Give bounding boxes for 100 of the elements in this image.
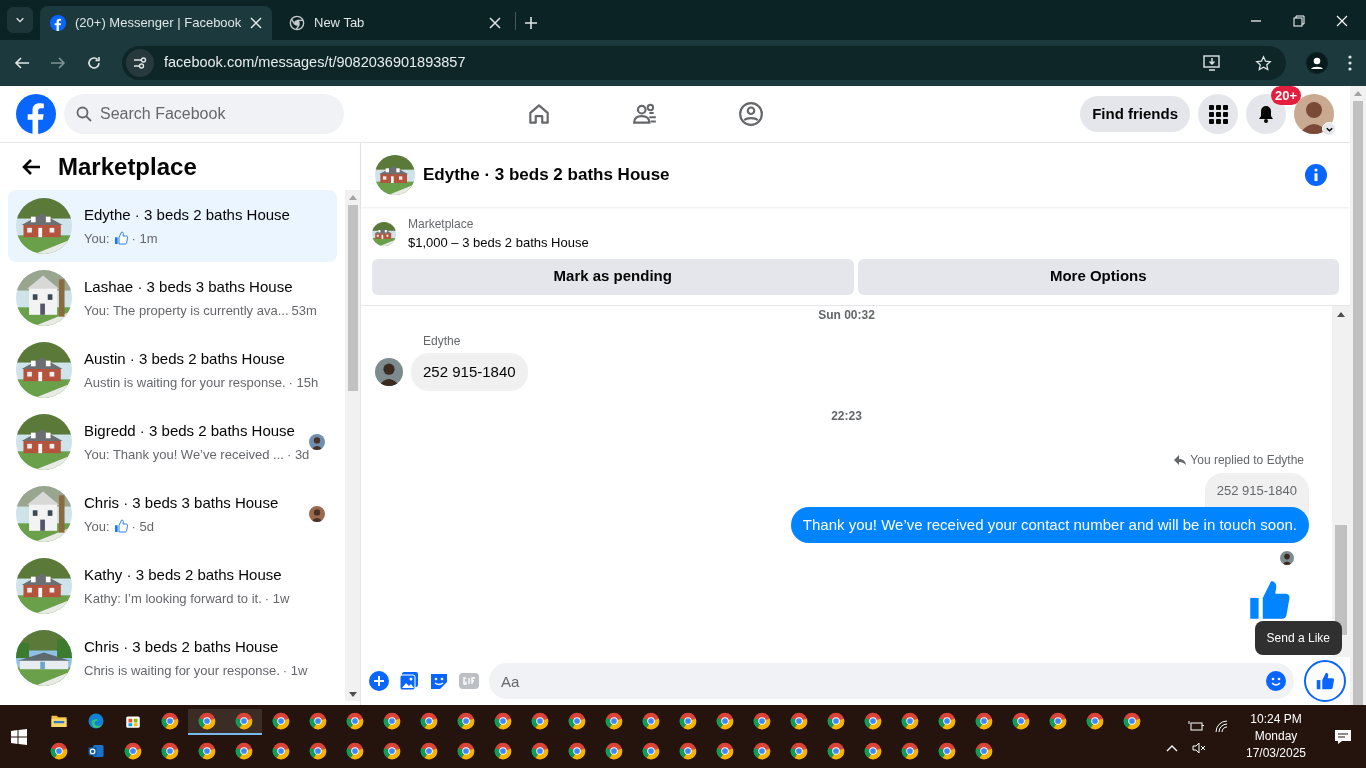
message-time: · 5d <box>131 517 154 536</box>
conversation-title: Kathy · 3 beds 2 baths House <box>84 565 283 585</box>
friends-icon[interactable] <box>632 101 658 127</box>
message-preview: You: <box>84 517 110 536</box>
menu-button[interactable] <box>1198 94 1238 134</box>
conversation-item[interactable]: Austin · 3 beds 2 baths House Austin is waiting for your response. · 15h <box>8 334 337 406</box>
sidebar-title: Marketplace <box>58 151 197 182</box>
find-friends-button[interactable]: Find friends <box>1080 96 1190 132</box>
sticker-icon[interactable] <box>429 671 449 691</box>
facebook-icon <box>50 15 66 31</box>
message-time: · 1w <box>264 589 290 608</box>
chrome-icon <box>900 711 919 730</box>
conversation-item[interactable]: Chris · 3 beds 2 baths House Chris is waiting for your response. · 1w <box>8 622 337 694</box>
close-icon[interactable] <box>489 17 501 29</box>
close-icon[interactable] <box>250 17 263 29</box>
speaker-muted-icon[interactable] <box>1192 740 1206 755</box>
conversation-item[interactable]: Lashae · 3 beds 3 baths House You: The property is currently ava... 53m <box>8 262 337 334</box>
reply-label: You replied to Edythe <box>1190 452 1304 469</box>
conversation-item[interactable]: Bigredd · 3 beds 2 baths House You: Thank you! We’ve received ... · 3d <box>8 406 337 478</box>
back-icon[interactable] <box>14 55 30 71</box>
image-icon[interactable] <box>399 671 419 691</box>
chrome-icon <box>345 741 364 760</box>
chrome-icon <box>1048 711 1067 730</box>
chrome-icon <box>308 741 327 760</box>
edge-icon <box>86 711 105 730</box>
message-field[interactable]: Aa <box>489 663 1294 699</box>
chevron-up-icon[interactable] <box>1166 743 1178 752</box>
chrome-icon <box>715 711 734 730</box>
chrome-icon <box>752 711 771 730</box>
browser-tab[interactable]: (20+) Messenger | Facebook <box>40 6 272 40</box>
chrome-icon <box>289 15 305 31</box>
reload-icon[interactable] <box>86 55 102 71</box>
clock-text: 10:24 PM <box>1250 711 1302 728</box>
chrome-icon <box>567 711 586 730</box>
conversation-item[interactable]: Kathy · 3 beds 2 baths House Kathy: I’m looking forward to it. · 1w <box>8 550 337 622</box>
chrome-icon <box>160 711 179 730</box>
message-preview: Chris is waiting for your response. <box>84 661 280 680</box>
taskbar-button[interactable] <box>188 708 225 735</box>
chrome-icon <box>530 711 549 730</box>
home-icon[interactable] <box>526 101 552 127</box>
chrome-icon <box>271 741 290 760</box>
chrome-icon <box>456 741 475 760</box>
new-tab-icon[interactable] <box>524 16 538 30</box>
clock[interactable]: 10:24 PM Monday 17/03/2025 <box>1238 711 1314 762</box>
url-text: facebook.com/messages/t/9082036901893857 <box>164 53 467 73</box>
address-bar[interactable]: facebook.com/messages/t/9082036901893857 <box>122 46 1286 80</box>
chrome-icon <box>197 711 216 730</box>
action-button[interactable]: Mark as pending <box>372 258 854 295</box>
chrome-icon <box>641 741 660 760</box>
chrome-icon <box>900 741 919 760</box>
menu-icon[interactable] <box>1348 55 1352 71</box>
windows-icon[interactable] <box>11 728 27 745</box>
taskbar-button[interactable] <box>225 708 262 735</box>
back-arrow-icon[interactable] <box>22 156 42 177</box>
sidebar-scrollbar[interactable] <box>345 190 360 701</box>
message-time: · 1m <box>131 229 158 248</box>
clock-text: Monday <box>1254 728 1298 745</box>
chrome-icon <box>752 741 771 760</box>
facebook-logo[interactable] <box>16 94 56 134</box>
message-time: · 1w <box>282 661 308 680</box>
restore-icon[interactable] <box>1293 15 1305 27</box>
tab-title: New Tab <box>314 14 366 33</box>
notifications-icon[interactable] <box>1334 727 1352 746</box>
like-button[interactable] <box>1304 660 1346 702</box>
search-icon <box>76 106 92 122</box>
browser-tab[interactable]: New Tab <box>279 6 511 40</box>
emoji-icon[interactable] <box>1266 671 1286 691</box>
chrome-icon <box>419 711 438 730</box>
chrome-icon <box>493 711 512 730</box>
message-time: · 3d <box>286 445 310 464</box>
chat-title: Edythe · 3 beds 2 baths House <box>423 164 671 187</box>
conversation-item[interactable]: Chris · 3 beds 3 baths House You: · 5d <box>8 478 337 550</box>
chrome-icon <box>604 741 623 760</box>
page-scrollbar[interactable] <box>1350 86 1366 705</box>
chrome-icon <box>49 741 68 760</box>
chrome-icon <box>641 711 660 730</box>
install-app-icon[interactable] <box>1203 54 1221 72</box>
tab-title: (20+) Messenger | Facebook <box>75 14 242 33</box>
listing-title: $1,000 – 3 beds 2 baths House <box>408 234 589 252</box>
chrome-icon <box>382 741 401 760</box>
chrome-icon <box>1122 711 1141 730</box>
action-button[interactable]: More Options <box>857 258 1339 295</box>
conversation-item[interactable]: Edythe · 3 beds 2 baths House You: · 1m <box>8 190 337 262</box>
conversation-title: Bigredd · 3 beds 2 baths House <box>84 421 296 441</box>
search-field[interactable]: Search Facebook <box>64 94 344 134</box>
site-settings-icon[interactable] <box>132 55 148 71</box>
star-icon[interactable] <box>1255 54 1272 72</box>
chrome-icon <box>530 741 549 760</box>
chrome-icon <box>382 711 401 730</box>
tab-search-button[interactable] <box>7 7 33 33</box>
chat-scrollbar[interactable] <box>1332 305 1350 657</box>
info-icon[interactable] <box>1305 164 1327 186</box>
profile-icon[interactable] <box>1307 53 1327 73</box>
plus-icon[interactable] <box>369 671 389 691</box>
reply-icon <box>1174 454 1187 466</box>
message-preview: You: The property is currently ava... <box>84 301 289 320</box>
groups-icon[interactable] <box>738 101 764 127</box>
chrome-icon <box>678 711 697 730</box>
forward-icon[interactable] <box>50 55 66 71</box>
chrome-icon <box>826 711 845 730</box>
